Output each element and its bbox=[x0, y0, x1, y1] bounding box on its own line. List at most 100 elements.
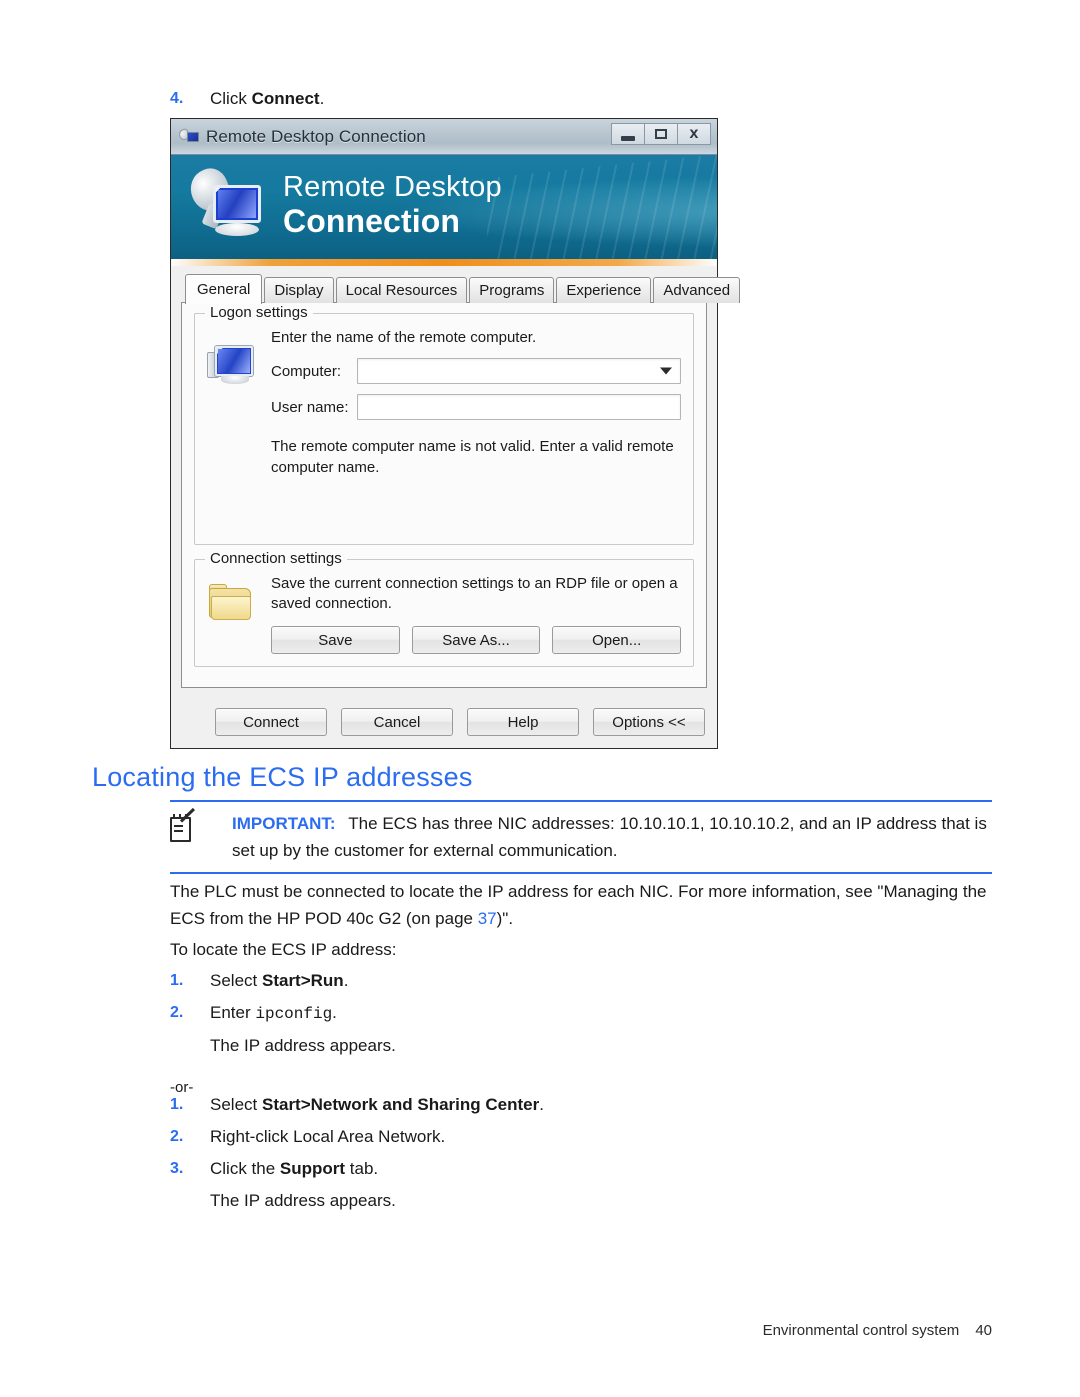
dialog-footer-buttons: Connect Cancel Help Options << bbox=[171, 698, 717, 748]
banner-line-2: Connection bbox=[283, 203, 460, 239]
footer-page-number: 40 bbox=[975, 1322, 992, 1339]
paragraph-plc-info: The PLC must be connected to locate the … bbox=[170, 878, 992, 932]
step-number: 1. bbox=[170, 972, 184, 989]
window-controls: x bbox=[611, 123, 711, 145]
remote-desktop-connection-dialog[interactable]: Remote Desktop Connection x Remote Deskt… bbox=[170, 118, 741, 749]
step-post: . bbox=[343, 971, 349, 990]
important-note: IMPORTANT: The ECS has three NIC address… bbox=[170, 800, 992, 874]
page-reference-link[interactable]: 37 bbox=[478, 909, 497, 928]
step-number: 3. bbox=[170, 1160, 184, 1177]
computer-combobox[interactable] bbox=[357, 358, 681, 384]
instruction-step-4: 4. Click Connect. bbox=[170, 84, 770, 114]
dialog-body: General Display Local Resources Programs… bbox=[171, 266, 741, 698]
tab-local-resources[interactable]: Local Resources bbox=[335, 277, 468, 303]
step-text-after: . bbox=[319, 89, 325, 108]
tab-panel-general: Logon settings Enter the name of the rem… bbox=[181, 302, 707, 688]
note-label: IMPORTANT: bbox=[232, 814, 336, 833]
logon-error-message: The remote computer name is not valid. E… bbox=[271, 438, 674, 476]
save-button[interactable]: Save bbox=[271, 626, 400, 654]
step-number: 2. bbox=[170, 1128, 184, 1145]
notepad-pencil-icon bbox=[170, 807, 232, 864]
dialog-titlebar: Remote Desktop Connection x bbox=[171, 119, 717, 155]
dialog-title: Remote Desktop Connection bbox=[206, 126, 426, 146]
tab-display[interactable]: Display bbox=[264, 277, 334, 303]
note-rule-bottom bbox=[170, 872, 992, 874]
step-result-1: The IP address appears. bbox=[210, 1036, 396, 1055]
connection-settings-group: Connection settings Save the current con… bbox=[194, 550, 694, 667]
step-text: Click Connect. bbox=[210, 84, 770, 114]
logon-help-text: Enter the name of the remote computer. bbox=[271, 329, 537, 346]
help-button[interactable]: Help bbox=[467, 708, 579, 736]
step-text: Right-click Local Area Network. bbox=[210, 1122, 870, 1152]
tab-experience[interactable]: Experience bbox=[556, 277, 652, 303]
page-footer: Environmental control system 40 bbox=[0, 1322, 1080, 1339]
computer-monitor-icon bbox=[207, 328, 271, 532]
minimize-icon[interactable] bbox=[611, 123, 645, 145]
step-post: tab. bbox=[345, 1159, 379, 1178]
step-pre: Enter bbox=[210, 1003, 256, 1022]
tab-advanced[interactable]: Advanced bbox=[653, 277, 741, 303]
dialog-banner: Remote Desktop Connection bbox=[171, 155, 717, 259]
footer-label: Environmental control system bbox=[762, 1322, 960, 1339]
step-post: . bbox=[539, 1095, 544, 1114]
logon-settings-group: Logon settings Enter the name of the rem… bbox=[194, 304, 694, 545]
tab-programs[interactable]: Programs bbox=[469, 277, 555, 303]
step-pre: Select bbox=[210, 971, 262, 990]
document-page: 4. Click Connect. Remote Desktop Connect… bbox=[0, 0, 1080, 1397]
connection-settings-title: Connection settings bbox=[205, 550, 347, 567]
username-input[interactable] bbox=[357, 394, 681, 420]
banner-line-1: Remote Desktop bbox=[283, 171, 502, 203]
banner-accent-stripe bbox=[171, 259, 717, 266]
tab-strip: General Display Local Resources Programs… bbox=[185, 274, 741, 304]
options-button[interactable]: Options << bbox=[593, 708, 705, 736]
step-pre: Click the bbox=[210, 1159, 280, 1178]
step-text-bold: Connect bbox=[251, 89, 320, 108]
note-body: IMPORTANT: The ECS has three NIC address… bbox=[232, 810, 992, 864]
open-button[interactable]: Open... bbox=[552, 626, 682, 654]
paragraph-to-locate: To locate the ECS IP address: bbox=[170, 940, 397, 959]
list-item: 3. Click the Support tab. bbox=[170, 1154, 870, 1184]
page-title: Locating the ECS IP addresses bbox=[92, 762, 473, 792]
remote-desktop-icon bbox=[177, 127, 199, 146]
connection-help-text: Save the current connection settings to … bbox=[271, 575, 678, 612]
remote-desktop-banner-icon bbox=[184, 163, 267, 245]
step-text: Select Start>Network and Sharing Center. bbox=[210, 1090, 870, 1120]
step-post: . bbox=[332, 1003, 337, 1022]
chevron-down-icon[interactable] bbox=[660, 367, 672, 375]
step-pre: Select bbox=[210, 1095, 262, 1114]
step-command: ipconfig bbox=[255, 1005, 333, 1023]
step-number: 2. bbox=[170, 1004, 184, 1021]
list-item: 1. Select Start>Network and Sharing Cent… bbox=[170, 1090, 870, 1120]
step-result-2: The IP address appears. bbox=[210, 1191, 396, 1210]
paragraph-part-1: The PLC must be connected to locate the … bbox=[170, 882, 987, 928]
step-text-before: Click bbox=[210, 89, 252, 108]
paragraph-part-2: )". bbox=[496, 909, 514, 928]
connection-buttons-row: Save Save As... Open... bbox=[271, 626, 682, 654]
computer-label: Computer: bbox=[271, 362, 342, 380]
step-text: Select Start>Run. bbox=[210, 966, 870, 996]
step-text: Enter ipconfig. bbox=[210, 998, 870, 1029]
banner-text: Remote Desktop Connection bbox=[283, 171, 502, 239]
note-text: The ECS has three NIC addresses: 10.10.1… bbox=[232, 814, 987, 860]
step-bold: Start>Run bbox=[261, 971, 344, 990]
step-bold: Support bbox=[279, 1159, 346, 1178]
step-bold: Start>Network and Sharing Center bbox=[261, 1095, 540, 1114]
username-label: User name: bbox=[271, 398, 349, 416]
step-pre: Right-click Local Area Network. bbox=[210, 1127, 446, 1146]
tab-general[interactable]: General bbox=[185, 274, 263, 304]
close-icon[interactable]: x bbox=[677, 123, 711, 145]
computer-field-row: Computer: bbox=[271, 358, 681, 384]
step-number: 4. bbox=[170, 90, 184, 107]
save-as-button[interactable]: Save As... bbox=[411, 626, 541, 654]
steps-group-1: 1. Select Start>Run. 2. Enter ipconfig. … bbox=[170, 966, 870, 1103]
logon-settings-title: Logon settings bbox=[205, 304, 313, 321]
list-item: 1. Select Start>Run. bbox=[170, 966, 870, 996]
steps-group-2: 1. Select Start>Network and Sharing Cent… bbox=[170, 1090, 870, 1216]
maximize-icon[interactable] bbox=[644, 123, 678, 145]
step-text: Click the Support tab. bbox=[210, 1154, 870, 1184]
connect-button[interactable]: Connect bbox=[215, 708, 327, 736]
step-number: 1. bbox=[170, 1096, 184, 1113]
list-item: 2. Right-click Local Area Network. bbox=[170, 1122, 870, 1152]
username-field-row: User name: bbox=[271, 394, 681, 420]
cancel-button[interactable]: Cancel bbox=[341, 708, 453, 736]
